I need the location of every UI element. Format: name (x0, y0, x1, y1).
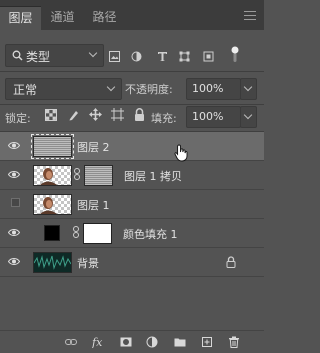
opacity-input[interactable]: 100% (186, 78, 241, 100)
new-adjustment-layer-icon[interactable] (146, 336, 158, 348)
filter-kind-select[interactable]: 类型 (5, 44, 104, 67)
color-fill-swatch[interactable] (44, 225, 60, 241)
link-icon[interactable] (73, 168, 81, 180)
opacity-label: 不透明度: (125, 83, 173, 96)
adjustment-layer-filter-icon[interactable] (131, 51, 142, 62)
layer-row[interactable]: 图层 1 拷贝 (0, 161, 264, 190)
layers-panel: 图层 通道 路径 类型 正常 不透明度: 100% 锁定: 填充: 100% 图… (0, 0, 264, 353)
fill-dropdown[interactable] (240, 106, 257, 128)
opacity-dropdown[interactable] (240, 78, 257, 100)
layer-name: 图层 2 (77, 141, 110, 154)
layer-name: 背景 (77, 257, 99, 270)
type-layer-filter-icon[interactable] (157, 51, 168, 62)
lock-label: 锁定: (5, 112, 31, 125)
panel-menu-icon[interactable] (244, 11, 256, 23)
link-layers-icon[interactable] (65, 336, 77, 348)
fill-label: 填充: (151, 112, 177, 125)
lock-image-pixels-icon[interactable] (68, 109, 80, 121)
fill-value: 100% (192, 110, 224, 123)
chevron-down-icon (106, 82, 116, 92)
divider (0, 71, 264, 72)
blend-mode-label: 正常 (13, 83, 38, 97)
layer-mask-thumbnail[interactable] (84, 165, 113, 186)
layer-thumbnail (33, 252, 72, 273)
pixel-layer-filter-icon[interactable] (109, 51, 120, 62)
svg-text:fx: fx (92, 336, 103, 348)
eye-icon[interactable] (8, 257, 20, 266)
lock-icon (226, 256, 236, 268)
layer-row[interactable]: 图层 1 (0, 190, 264, 219)
eye-icon[interactable] (8, 170, 20, 179)
chevron-down-icon (243, 110, 253, 120)
new-group-folder-icon[interactable] (174, 336, 186, 348)
layer-name: 图层 1 拷贝 (124, 170, 182, 183)
opacity-value: 100% (192, 82, 224, 95)
tab-layers[interactable]: 图层 (0, 6, 41, 31)
chevron-down-icon (243, 82, 253, 92)
eye-icon[interactable] (8, 141, 20, 150)
portrait-thumbnail-image (40, 168, 57, 185)
lock-transparent-pixels-icon[interactable] (45, 109, 57, 121)
link-icon[interactable] (72, 226, 80, 238)
search-icon (12, 50, 23, 61)
portrait-thumbnail-image (40, 197, 57, 214)
layer-mask-thumbnail[interactable] (83, 223, 112, 244)
lock-all-icon[interactable] (134, 108, 145, 121)
background-thumbnail-image (33, 255, 72, 270)
hand-cursor-icon (174, 144, 188, 162)
divider (0, 104, 264, 105)
chevron-down-icon (88, 48, 98, 58)
tab-paths[interactable]: 路径 (84, 6, 125, 30)
layer-row[interactable]: 背景 (0, 248, 264, 277)
blend-mode-select[interactable]: 正常 (5, 78, 122, 100)
new-layer-icon[interactable] (201, 336, 213, 348)
layer-thumbnail (33, 165, 72, 186)
lock-position-icon[interactable] (89, 108, 102, 121)
visibility-toggle-off[interactable] (11, 198, 20, 207)
filter-toggle-icon[interactable] (230, 46, 240, 63)
shape-layer-filter-icon[interactable] (179, 51, 190, 62)
layer-row[interactable]: 图层 2 (0, 132, 264, 161)
filter-kind-label: 类型 (26, 50, 51, 64)
panel-tabbar: 图层 通道 路径 (0, 0, 264, 31)
layer-name: 图层 1 (77, 199, 110, 212)
smart-object-filter-icon[interactable] (203, 51, 214, 62)
add-mask-icon[interactable] (120, 336, 132, 348)
eye-icon[interactable] (8, 228, 20, 237)
lock-artboard-icon[interactable] (111, 108, 124, 121)
layer-thumbnail (31, 134, 74, 159)
layer-name: 颜色填充 1 (123, 228, 178, 241)
layer-row[interactable]: 颜色填充 1 (0, 219, 264, 248)
layer-thumbnail (33, 194, 72, 215)
layer-style-fx-icon[interactable]: fx (92, 336, 107, 348)
tab-channels[interactable]: 通道 (42, 6, 83, 30)
trash-icon[interactable] (228, 336, 240, 348)
fill-input[interactable]: 100% (186, 106, 241, 128)
layers-bottom-toolbar: fx (0, 330, 264, 353)
